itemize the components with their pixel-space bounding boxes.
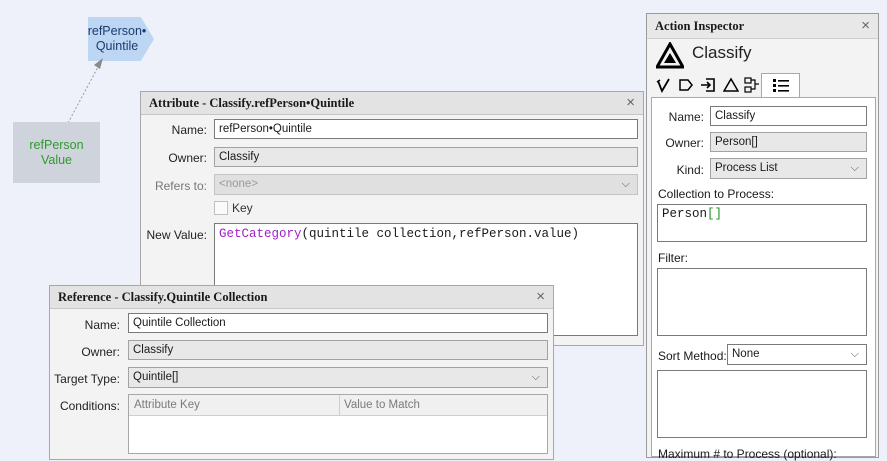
triangle-outline-icon bbox=[722, 77, 740, 92]
target-type-select[interactable]: Quintile[] ⌵ bbox=[128, 367, 548, 388]
tab-attributes[interactable] bbox=[656, 77, 672, 94]
inspector-title: Action Inspector bbox=[655, 19, 745, 33]
tab-hierarchy[interactable] bbox=[744, 77, 760, 93]
check-v-icon bbox=[656, 78, 670, 94]
chevron-down-icon: ⌵ bbox=[850, 162, 859, 174]
owner-field: Classify bbox=[214, 147, 638, 167]
value-node-label: refPerson Value bbox=[29, 137, 84, 167]
owner-field: Classify bbox=[128, 340, 548, 360]
owner-label: Owner: bbox=[81, 345, 120, 359]
expr-function: GetCategory bbox=[219, 227, 302, 241]
kind-select[interactable]: Process List ⌵ bbox=[710, 158, 867, 179]
list-icon bbox=[773, 79, 789, 92]
tag-shape-icon bbox=[679, 79, 693, 91]
name-label: Name: bbox=[668, 110, 704, 124]
conditions-label: Conditions: bbox=[59, 399, 120, 413]
conditions-table[interactable]: Attribute Key Value to Match bbox=[128, 394, 548, 454]
close-icon[interactable]: × bbox=[536, 288, 545, 305]
collection-type: Person bbox=[662, 207, 708, 221]
enter-icon bbox=[701, 78, 715, 92]
tab-triangle[interactable] bbox=[722, 77, 740, 93]
filter-label: Filter: bbox=[658, 251, 688, 265]
action-name-heading: Classify bbox=[692, 43, 752, 62]
reference-dialog-title: Reference - Classify.Quintile Collection bbox=[58, 290, 268, 304]
triangle-icon bbox=[656, 42, 684, 69]
attribute-dialog-title: Attribute - Classify.refPerson•Quintile bbox=[149, 96, 355, 110]
kind-value: Process List bbox=[715, 162, 778, 174]
owner-field: Person[] bbox=[710, 132, 867, 152]
chevron-down-icon: ⌵ bbox=[621, 178, 630, 190]
name-label: Name: bbox=[84, 318, 120, 332]
attribute-dialog-titlebar[interactable]: Attribute - Classify.refPerson•Quintile … bbox=[141, 92, 643, 115]
inspector-tab-content: Name: Classify Owner: Person[] Kind: Pro… bbox=[651, 97, 876, 461]
name-label: Name: bbox=[171, 123, 207, 137]
kind-label: Kind: bbox=[676, 163, 704, 177]
conditions-table-header: Attribute Key Value to Match bbox=[129, 395, 547, 416]
action-inspector: Action Inspector × Classify Name: Classi… bbox=[646, 13, 879, 461]
tab-actions[interactable] bbox=[678, 77, 694, 93]
collection-editor[interactable]: Person[] bbox=[657, 204, 867, 242]
chevron-down-icon: ⌵ bbox=[531, 371, 540, 383]
new-value-label: New Value: bbox=[146, 228, 207, 242]
tab-list[interactable] bbox=[761, 73, 800, 98]
target-type-label: Target Type: bbox=[54, 372, 120, 386]
expr-args: (quintile collection,refPerson.value) bbox=[301, 227, 580, 241]
sort-method-select[interactable]: None ⌵ bbox=[727, 344, 867, 365]
close-icon[interactable]: × bbox=[861, 17, 870, 34]
sort-method-label: Sort Method: bbox=[658, 349, 727, 363]
filter-editor[interactable] bbox=[657, 268, 867, 336]
chevron-down-icon: ⌵ bbox=[850, 348, 859, 360]
owner-label: Owner: bbox=[168, 151, 207, 165]
owner-label: Owner: bbox=[665, 136, 704, 150]
refers-to-select[interactable]: <none> ⌵ bbox=[214, 174, 638, 195]
name-field[interactable]: Quintile Collection bbox=[128, 313, 548, 333]
target-type-value: Quintile[] bbox=[133, 371, 179, 383]
reference-dialog: Reference - Classify.Quintile Collection… bbox=[49, 285, 554, 460]
ref-node-label: refPerson• Quintile bbox=[87, 24, 147, 53]
close-icon[interactable]: × bbox=[626, 94, 635, 111]
sort-editor[interactable] bbox=[657, 370, 867, 438]
connector-arrow bbox=[67, 58, 103, 124]
ref-person-value-node[interactable]: refPerson Value bbox=[13, 122, 100, 183]
refers-to-value: <none> bbox=[219, 178, 259, 190]
column-attribute-key[interactable]: Attribute Key bbox=[134, 399, 200, 411]
inspector-titlebar[interactable]: Action Inspector × bbox=[647, 14, 878, 39]
collection-label: Collection to Process: bbox=[658, 187, 775, 201]
sort-method-value: None bbox=[732, 348, 760, 360]
key-label: Key bbox=[232, 201, 253, 215]
column-value-to-match[interactable]: Value to Match bbox=[344, 399, 420, 411]
column-divider bbox=[339, 395, 340, 415]
reference-dialog-titlebar[interactable]: Reference - Classify.Quintile Collection… bbox=[50, 286, 553, 309]
key-checkbox[interactable] bbox=[214, 201, 228, 215]
refers-to-label: Refers to: bbox=[154, 179, 207, 193]
collection-brackets: [] bbox=[707, 207, 723, 221]
hierarchy-icon bbox=[744, 77, 759, 93]
name-field[interactable]: Classify bbox=[710, 106, 867, 126]
tab-input[interactable] bbox=[700, 77, 717, 93]
name-field[interactable]: refPerson•Quintile bbox=[214, 119, 638, 139]
max-to-process-label: Maximum # to Process (optional): bbox=[658, 447, 837, 461]
